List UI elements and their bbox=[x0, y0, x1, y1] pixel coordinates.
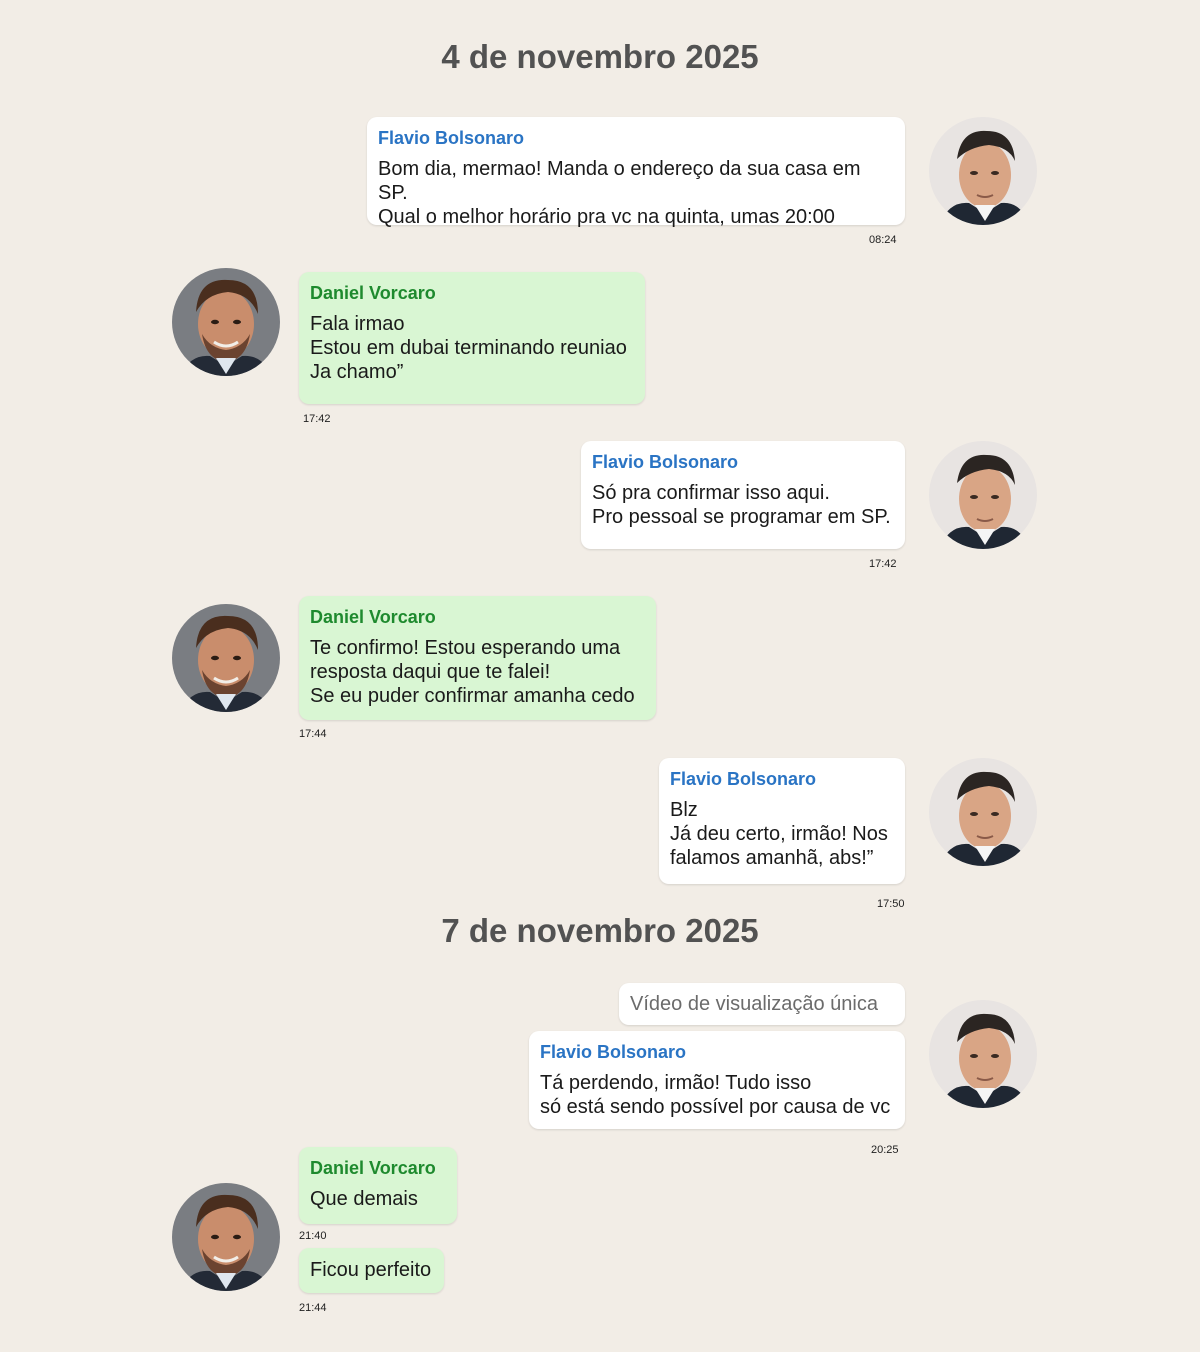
daniel-photo bbox=[172, 268, 280, 376]
message-bubble[interactable]: Daniel Vorcaro Te confirmo! Estou espera… bbox=[299, 596, 656, 720]
message-text: Só pra confirmar isso aqui. Pro pessoal … bbox=[592, 482, 891, 528]
daniel-photo bbox=[172, 604, 280, 712]
message-bubble[interactable]: Flavio Bolsonaro Bom dia, mermao! Manda … bbox=[367, 117, 905, 228]
message-text: Que demais bbox=[310, 1188, 418, 1210]
sender-name: Flavio Bolsonaro bbox=[670, 769, 817, 789]
sender-name: Flavio Bolsonaro bbox=[378, 128, 525, 148]
message-text: Ficou perfeito bbox=[310, 1259, 432, 1281]
message-bubble[interactable]: Daniel Vorcaro Fala irmao Estou em dubai… bbox=[299, 272, 645, 404]
message-text: Fala irmao Estou em dubai terminando reu… bbox=[310, 313, 627, 383]
message-time: 17:50 bbox=[877, 898, 905, 910]
message-text: Bom dia, mermao! Manda o endereço da sua… bbox=[378, 158, 861, 228]
daniel-avatar[interactable] bbox=[172, 268, 280, 376]
message-bubble[interactable]: Ficou perfeito bbox=[299, 1248, 444, 1293]
sender-name: Flavio Bolsonaro bbox=[540, 1042, 687, 1062]
date-header: 7 de novembro 2025 bbox=[441, 912, 759, 949]
message-bubble[interactable]: Flavio Bolsonaro Blz Já deu certo, irmão… bbox=[659, 758, 905, 884]
message-time: 21:40 bbox=[299, 1230, 327, 1242]
flavio-photo bbox=[929, 441, 1037, 549]
flavio-avatar[interactable] bbox=[929, 1000, 1037, 1108]
sender-name: Flavio Bolsonaro bbox=[592, 452, 739, 472]
message-time: 21:44 bbox=[299, 1302, 327, 1314]
message-time: 17:44 bbox=[299, 728, 327, 740]
daniel-avatar[interactable] bbox=[172, 1183, 280, 1291]
daniel-avatar[interactable] bbox=[172, 604, 280, 712]
message-time: 08:24 bbox=[869, 234, 897, 246]
flavio-avatar[interactable] bbox=[929, 758, 1037, 866]
message-bubble[interactable]: Flavio Bolsonaro Só pra confirmar isso a… bbox=[581, 441, 905, 549]
daniel-photo bbox=[172, 1183, 280, 1291]
flavio-avatar[interactable] bbox=[929, 441, 1037, 549]
message-text: Tá perdendo, irmão! Tudo isso só está se… bbox=[540, 1072, 891, 1118]
message-text: Blz Já deu certo, irmão! Nos falamos ama… bbox=[670, 799, 888, 869]
message-time: 17:42 bbox=[303, 413, 331, 425]
flavio-photo bbox=[929, 758, 1037, 866]
message-bubble[interactable]: Daniel Vorcaro Que demais bbox=[299, 1147, 457, 1224]
flavio-photo bbox=[929, 117, 1037, 225]
message-text: Te confirmo! Estou esperando uma respost… bbox=[310, 637, 635, 707]
date-header: 4 de novembro 2025 bbox=[441, 38, 759, 75]
sender-name: Daniel Vorcaro bbox=[310, 283, 436, 303]
sender-name: Daniel Vorcaro bbox=[310, 607, 436, 627]
message-time: 17:42 bbox=[869, 558, 897, 570]
sender-name: Daniel Vorcaro bbox=[310, 1158, 436, 1178]
message-bubble[interactable]: Flavio Bolsonaro Tá perdendo, irmão! Tud… bbox=[529, 1031, 905, 1129]
flavio-photo bbox=[929, 1000, 1037, 1108]
message-time: 20:25 bbox=[871, 1144, 899, 1156]
view-once-video-notice[interactable]: Vídeo de visualização única bbox=[619, 983, 905, 1025]
flavio-avatar[interactable] bbox=[929, 117, 1037, 225]
